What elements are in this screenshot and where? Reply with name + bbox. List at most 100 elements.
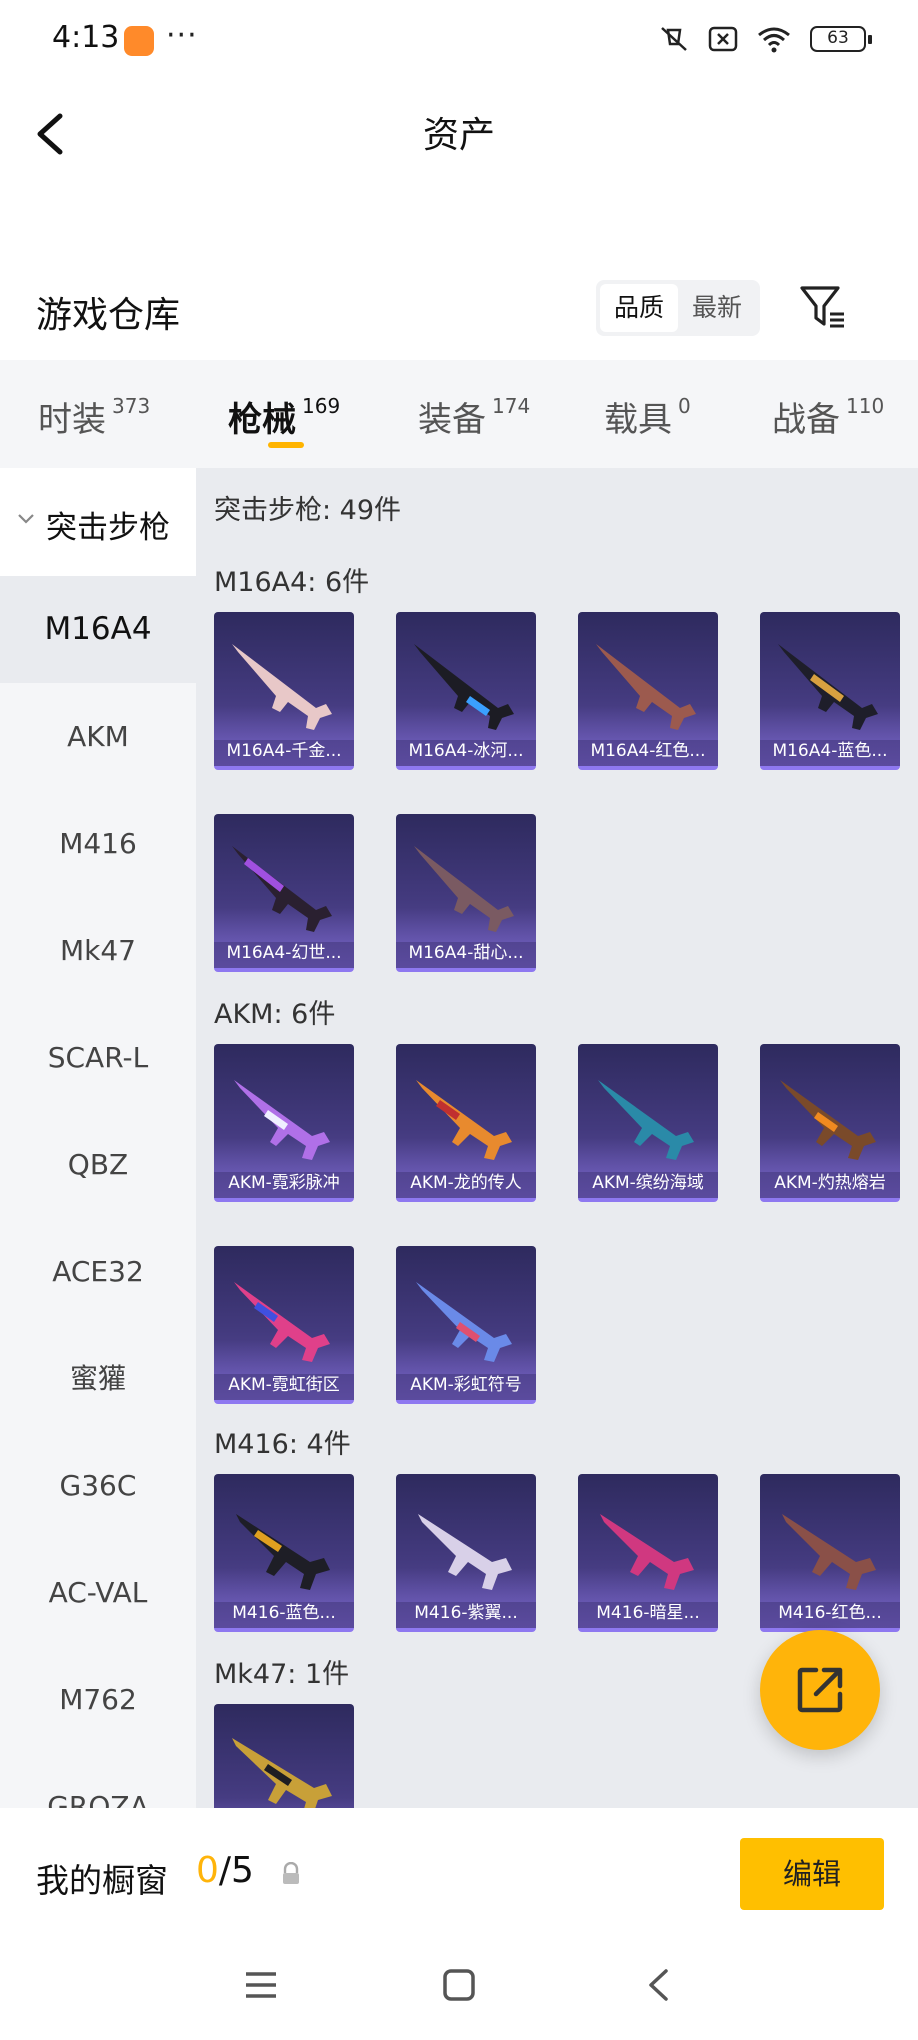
- sidebar-item-m416[interactable]: M416: [0, 790, 196, 897]
- shopping-app-icon: [124, 26, 154, 56]
- page-title: 资产: [422, 115, 495, 156]
- sidebar-item-ac-val[interactable]: AC-VAL: [0, 1539, 196, 1646]
- external-share-icon: [797, 1667, 843, 1713]
- tab-equipment[interactable]: 装备 174: [418, 392, 530, 441]
- sidebar-category-assault-rifles[interactable]: 突击步枪: [0, 468, 196, 576]
- weapon-name: AKM-缤纷海域: [592, 1173, 704, 1193]
- rifle-icon: [234, 1282, 330, 1362]
- weapon-name: AKM-灼热熔岩: [774, 1173, 886, 1193]
- rifle-icon: [780, 1080, 876, 1160]
- rifle-icon: [778, 644, 878, 730]
- tab-count: 0: [678, 394, 691, 418]
- status-bar: 4:13 ··· 63: [0, 0, 918, 88]
- weapon-name: M416-紫翼...: [414, 1603, 518, 1623]
- rifle-icon: [600, 1514, 694, 1590]
- weapon-sidebar: 突击步枪 M16A4 AKM M416 Mk47 SCAR-L QBZ ACE3…: [0, 468, 196, 1808]
- weapon-name: M416-暗星...: [596, 1603, 700, 1623]
- weapon-grid: 突击步枪: 49件 M16A4: 6件 M16A4-千金... M16A4-冰河…: [196, 468, 918, 1808]
- tab-combat-gear[interactable]: 战备 110: [772, 392, 884, 441]
- weapon-name: M16A4-幻世...: [226, 943, 342, 963]
- rifle-icon: [232, 1738, 332, 1808]
- weapon-card[interactable]: M416-暗星...: [578, 1474, 718, 1632]
- share-button[interactable]: [760, 1630, 880, 1750]
- more-notifications-icon: ···: [166, 18, 198, 53]
- weapon-card[interactable]: AKM-龙的传人: [396, 1044, 536, 1202]
- weapon-card[interactable]: M416-红色...: [760, 1474, 900, 1632]
- rifle-icon: [596, 644, 696, 730]
- wifi-icon: [758, 27, 790, 53]
- filter-icon[interactable]: [798, 282, 848, 332]
- sidebar-item-groza[interactable]: GROZA: [0, 1753, 196, 1808]
- home-icon[interactable]: [442, 1968, 476, 2002]
- sidebar-item-akm[interactable]: AKM: [0, 683, 196, 790]
- sidebar-item-qbz[interactable]: QBZ: [0, 1111, 196, 1218]
- active-tab-indicator: [268, 442, 304, 448]
- weapon-card[interactable]: [214, 1704, 354, 1808]
- tab-label: 装备: [418, 400, 486, 440]
- tab-firearms[interactable]: 枪械 169: [228, 392, 340, 441]
- section-title: 游戏仓库: [36, 295, 181, 336]
- menu-icon[interactable]: [244, 1968, 278, 2002]
- weapon-name: M16A4-蓝色...: [772, 741, 888, 761]
- weapon-name: M416-红色...: [778, 1603, 882, 1623]
- mute-vibrate-icon: [661, 27, 687, 51]
- weapon-card[interactable]: M16A4-冰河...: [396, 612, 536, 770]
- tab-label: 枪械: [228, 400, 296, 440]
- weapon-card[interactable]: AKM-彩虹符号: [396, 1246, 536, 1404]
- tab-count: 110: [846, 394, 885, 418]
- tab-label: 时装: [38, 400, 106, 440]
- back-icon[interactable]: [646, 1968, 670, 2002]
- sidebar-item-honey-badger[interactable]: 蜜獾: [0, 1325, 196, 1432]
- weapon-card[interactable]: M16A4-红色...: [578, 612, 718, 770]
- rifle-icon: [418, 1514, 512, 1590]
- warehouse-toolbar: 游戏仓库 品质 最新: [0, 268, 918, 358]
- group-header-m16a4: M16A4: 6件: [214, 567, 370, 598]
- weapon-card[interactable]: AKM-霓虹街区: [214, 1246, 354, 1404]
- weapon-name: M16A4-冰河...: [408, 741, 524, 761]
- tab-count: 373: [112, 394, 151, 418]
- showcase-count-current: 0: [196, 1850, 219, 1891]
- rifle-icon: [414, 846, 514, 932]
- weapon-card[interactable]: M16A4-甜心...: [396, 814, 536, 972]
- tab-vehicles[interactable]: 载具 0: [604, 392, 691, 441]
- sidebar-item-ace32[interactable]: ACE32: [0, 1218, 196, 1325]
- weapon-card[interactable]: M16A4-幻世...: [214, 814, 354, 972]
- status-time: 4:13: [52, 20, 120, 55]
- sidebar-item-scar-l[interactable]: SCAR-L: [0, 1004, 196, 1111]
- showcase-title: 我的橱窗: [36, 1861, 168, 1900]
- weapon-card[interactable]: AKM-缤纷海域: [578, 1044, 718, 1202]
- weapon-name: M416-蓝色...: [232, 1603, 336, 1623]
- sidebar-item-m16a4[interactable]: M16A4: [0, 576, 196, 683]
- sidebar-item-mk47[interactable]: Mk47: [0, 897, 196, 1004]
- no-sim-icon: [708, 26, 738, 52]
- chevron-down-icon: [18, 514, 34, 524]
- showcase-bar: 我的橱窗 0/5 编辑: [0, 1808, 918, 1938]
- tab-fashion[interactable]: 时装 373: [38, 392, 150, 441]
- sort-option-quality[interactable]: 品质: [600, 284, 678, 332]
- weapon-name: M16A4-千金...: [226, 741, 342, 761]
- rifle-icon: [782, 1514, 876, 1590]
- sort-option-newest[interactable]: 最新: [678, 284, 756, 332]
- weapon-card[interactable]: M16A4-蓝色...: [760, 612, 900, 770]
- battery-indicator: 63: [810, 26, 872, 52]
- tab-label: 战备: [772, 400, 840, 440]
- edit-button[interactable]: 编辑: [740, 1838, 884, 1910]
- sidebar-item-g36c[interactable]: G36C: [0, 1432, 196, 1539]
- sidebar-item-m762[interactable]: M762: [0, 1646, 196, 1753]
- rifle-icon: [416, 1080, 512, 1160]
- weapon-name: AKM-龙的传人: [410, 1173, 522, 1193]
- sidebar-category-label: 突击步枪: [46, 510, 170, 546]
- tab-count: 174: [492, 394, 531, 418]
- weapon-card[interactable]: M16A4-千金...: [214, 612, 354, 770]
- group-header-m416: M416: 4件: [214, 1429, 351, 1460]
- weapon-card[interactable]: M416-紫翼...: [396, 1474, 536, 1632]
- weapon-card[interactable]: M416-蓝色...: [214, 1474, 354, 1632]
- weapon-name: M16A4-甜心...: [408, 943, 524, 963]
- rifle-icon: [232, 644, 332, 730]
- showcase-count-total: /5: [218, 1850, 254, 1891]
- weapon-name: M16A4-红色...: [590, 741, 706, 761]
- weapon-card[interactable]: AKM-霓彩脉冲: [214, 1044, 354, 1202]
- weapon-card[interactable]: AKM-灼热熔岩: [760, 1044, 900, 1202]
- rifle-icon: [236, 1514, 330, 1590]
- lock-icon: [283, 1862, 299, 1884]
